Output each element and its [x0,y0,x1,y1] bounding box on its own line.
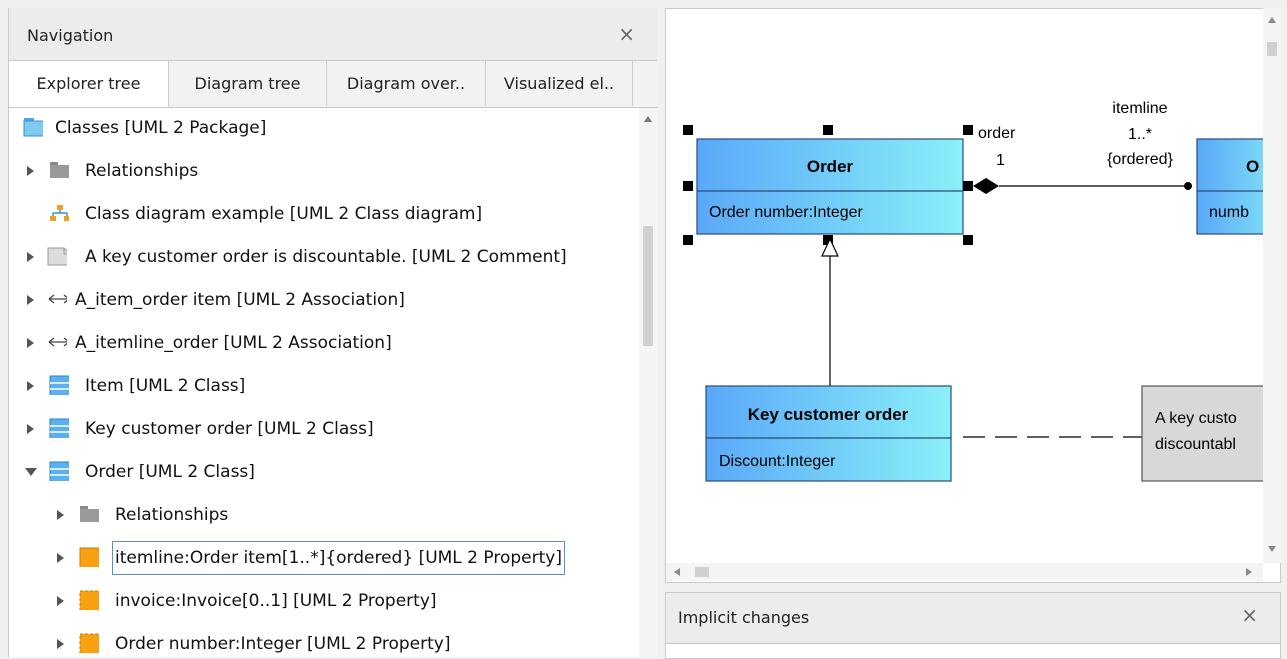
generalization-line[interactable] [821,237,839,386]
scroll-up-arrow-icon[interactable] [644,116,652,122]
tree-item-label: A key customer order is discountable. [U… [85,247,567,267]
association-role-itemline: itemline [1112,100,1167,117]
tree-item-label: Classes [UML 2 Package] [55,118,267,138]
association-icon [48,294,67,304]
class-icon [49,375,69,395]
expand-toggle[interactable] [23,151,39,191]
class-icon [49,461,69,481]
expand-toggle[interactable] [53,624,69,657]
explorer-tree: Classes [UML 2 Package] Relationships Cl… [9,108,639,657]
association-mult-itemline: 1..* [1128,126,1152,143]
key-customer-order-class[interactable]: Key customer order Discount:Integer [705,385,952,482]
implicit-changes-close-button[interactable]: × [1241,603,1258,627]
folder-icon [80,506,99,522]
class-diagram-icon [50,205,69,221]
folder-icon [50,162,69,178]
property-icon [79,547,99,567]
diagram-vscroll-graphics [1267,17,1277,552]
tree-vertical-scrollbar[interactable] [639,108,657,657]
diagram-horizontal-scrollbar[interactable] [666,563,1263,581]
tree-item-property-order-number[interactable]: Order number:Integer [UML 2 Property] [9,624,639,657]
expand-toggle[interactable] [23,409,39,449]
tree-item-class-item[interactable]: Item [UML 2 Class] [9,366,639,406]
comment-note[interactable]: A key custo discountabl [1141,385,1280,482]
navigation-header: Navigation × [9,8,657,61]
tree-item-label: itemline:Order item[1..*]{ordered} [UML … [112,541,565,575]
order-class-attribute: Order number:Integer [709,204,864,221]
order-item-class-attribute: numb [1209,204,1249,221]
association-mult-order: 1 [996,152,1005,169]
tree-item-label: Order [UML 2 Class] [85,462,255,482]
navigation-panel: Navigation × Explorer tree Diagram tree … [8,8,658,657]
tree-item-label: Item [UML 2 Class] [85,376,246,396]
tree-item-class-order[interactable]: Order [UML 2 Class] [9,452,639,492]
tree-item-class-key-customer-order[interactable]: Key customer order [UML 2 Class] [9,409,639,449]
diagram-vertical-scrollbar[interactable] [1263,8,1281,563]
tree-item-relationships[interactable]: Relationships [9,151,639,191]
order-item-class-name: O [1246,157,1259,176]
tree-item-label: Class diagram example [UML 2 Class diagr… [85,204,483,224]
implicit-changes-title: Implicit changes [678,608,810,627]
expand-toggle[interactable] [53,538,69,578]
tab-visualized-elements[interactable]: Visualized el.. [486,61,633,106]
tree-item-property-invoice[interactable]: invoice:Invoice[0..1] [UML 2 Property] [9,581,639,621]
comment-line-1: A key custo [1155,410,1237,427]
implicit-changes-header: Implicit changes × [666,593,1280,644]
diagram-hscroll-graphics [674,567,1252,577]
association-constraint: {ordered} [1107,151,1173,168]
implicit-changes-panel: Implicit changes × [665,592,1281,659]
order-class[interactable]: Order Order number:Integer [696,138,964,235]
expand-toggle[interactable] [23,366,39,406]
tree-item-label: Key customer order [UML 2 Class] [85,419,374,439]
scrollbar-thumb[interactable] [643,226,653,346]
class-icon [49,418,69,438]
tree-item-label: A_itemline_order [UML 2 Association] [75,333,392,353]
tree-item-association-itemline-order[interactable]: A_itemline_order [UML 2 Association] [9,323,639,363]
expand-toggle[interactable] [53,581,69,621]
key-customer-order-class-attribute: Discount:Integer [719,453,836,470]
association-line[interactable] [973,178,1192,194]
tree-item-association-item-order[interactable]: A_item_order item [UML 2 Association] [9,280,639,320]
expand-toggle[interactable] [23,323,39,363]
package-icon [23,118,43,137]
tree-item-order-relationships[interactable]: Relationships [9,495,639,535]
tree-item-class-diagram[interactable]: Class diagram example [UML 2 Class diagr… [9,194,639,234]
tree-item-label: Order number:Integer [UML 2 Property] [115,634,451,654]
diagram-canvas[interactable]: Order Order number:Integer order 1 iteml… [665,8,1281,583]
tab-diagram-overview[interactable]: Diagram over.. [327,61,486,106]
tree-item-label: A_item_order item [UML 2 Association] [75,290,405,310]
tree-item-label: Relationships [115,505,229,525]
pane-splitter[interactable] [657,8,665,657]
navigation-tabs: Explorer tree Diagram tree Diagram over.… [9,61,657,108]
tree-item-comment[interactable]: A key customer order is discountable. [U… [9,237,639,277]
expand-toggle[interactable] [53,495,69,535]
property-icon [79,633,99,653]
navigation-close-button[interactable]: × [618,22,635,46]
key-customer-order-class-name: Key customer order [748,405,909,424]
order-class-name: Order [807,157,854,176]
comment-line-2: discountabl [1155,436,1236,453]
tree-item-label: invoice:Invoice[0..1] [UML 2 Property] [115,591,437,611]
expand-toggle[interactable] [23,237,39,277]
property-icon [79,590,99,610]
class-diagram: Order Order number:Integer order 1 iteml… [683,100,1280,482]
navigation-title: Navigation [27,26,114,45]
expand-toggle[interactable] [23,280,39,320]
tab-explorer-tree[interactable]: Explorer tree [9,61,169,107]
association-icon [48,337,67,347]
collapse-toggle[interactable] [23,452,39,492]
tree-item-property-itemline[interactable]: itemline:Order item[1..*]{ordered} [UML … [9,538,639,578]
comment-icon [47,247,67,266]
tree-item-label: Relationships [85,161,199,181]
tree-item-classes[interactable]: Classes [UML 2 Package] [9,108,639,148]
association-role-order: order [978,125,1016,142]
tab-diagram-tree[interactable]: Diagram tree [169,61,327,106]
